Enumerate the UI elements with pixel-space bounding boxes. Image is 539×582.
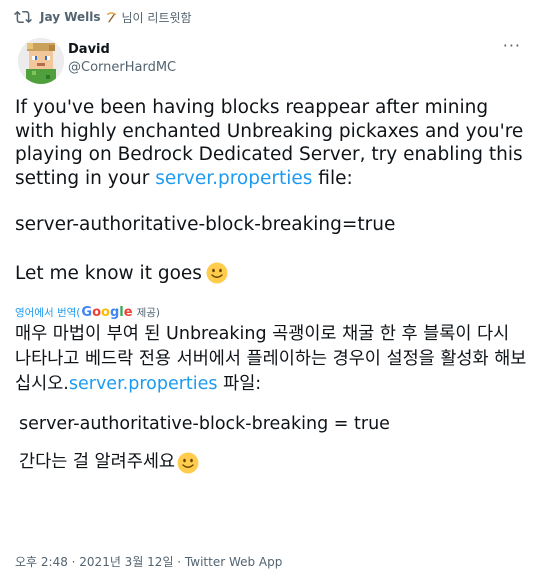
retweet-icon bbox=[14, 10, 32, 24]
avatar[interactable] bbox=[18, 38, 64, 84]
author-name[interactable]: David bbox=[68, 42, 110, 57]
translation-provider: 제공) bbox=[136, 307, 160, 319]
tweet-header: David @CornerHardMC ··· bbox=[18, 36, 529, 88]
minecraft-avatar bbox=[18, 38, 64, 84]
slightly-smiling-face-icon bbox=[177, 452, 199, 473]
retweet-suffix: 님이 리트윗함 bbox=[121, 10, 192, 25]
tweet-p1-after: file: bbox=[312, 167, 353, 189]
translated-p1-after: 파일: bbox=[217, 374, 262, 394]
google-logo: Google bbox=[81, 305, 133, 320]
tweet-paragraph: If you've been having blocks reappear af… bbox=[15, 96, 530, 190]
author-handle[interactable]: @CornerHardMC bbox=[68, 60, 176, 75]
more-options-button[interactable]: ··· bbox=[503, 36, 521, 55]
translated-code-line: server-authoritative-block-breaking = tr… bbox=[19, 414, 390, 434]
tweet-text: If you've been having blocks reappear af… bbox=[15, 96, 530, 285]
tweet-timestamp[interactable]: 오후 2:48 · 2021년 3월 12일 · Twitter Web App bbox=[15, 553, 282, 570]
tweet-code-line: server-authoritative-block-breaking=true bbox=[15, 214, 396, 235]
translation-prefix: 영어에서 번역( bbox=[15, 307, 81, 319]
server-properties-link[interactable]: server.properties bbox=[155, 168, 312, 189]
translated-closing: 간다는 걸 알려주세요 bbox=[15, 450, 530, 475]
retweet-user[interactable]: Jay Wells bbox=[40, 10, 101, 24]
translated-server-properties-link[interactable]: server.properties bbox=[69, 374, 218, 394]
translated-text: 매우 마법이 부여 된 Unbreaking 곡괭이로 채굴 한 후 블록이 다… bbox=[15, 322, 530, 475]
translated-closing-text: 간다는 걸 알려주세요 bbox=[19, 452, 176, 472]
translation-attribution[interactable]: 영어에서 번역( Google 제공) bbox=[15, 305, 160, 320]
tweet-closing-text: Let me know it goes bbox=[15, 262, 202, 284]
slightly-smiling-face-icon bbox=[206, 262, 228, 284]
retweet-context: Jay Wells 님이 리트윗함 bbox=[14, 6, 192, 28]
retweet-label[interactable]: Jay Wells 님이 리트윗함 bbox=[40, 9, 192, 26]
more-icon: ··· bbox=[502, 36, 521, 55]
pickaxe-icon bbox=[106, 11, 116, 22]
translated-paragraph: 매우 마법이 부여 된 Unbreaking 곡괭이로 채굴 한 후 블록이 다… bbox=[15, 322, 530, 397]
tweet-closing: Let me know it goes bbox=[15, 262, 530, 286]
